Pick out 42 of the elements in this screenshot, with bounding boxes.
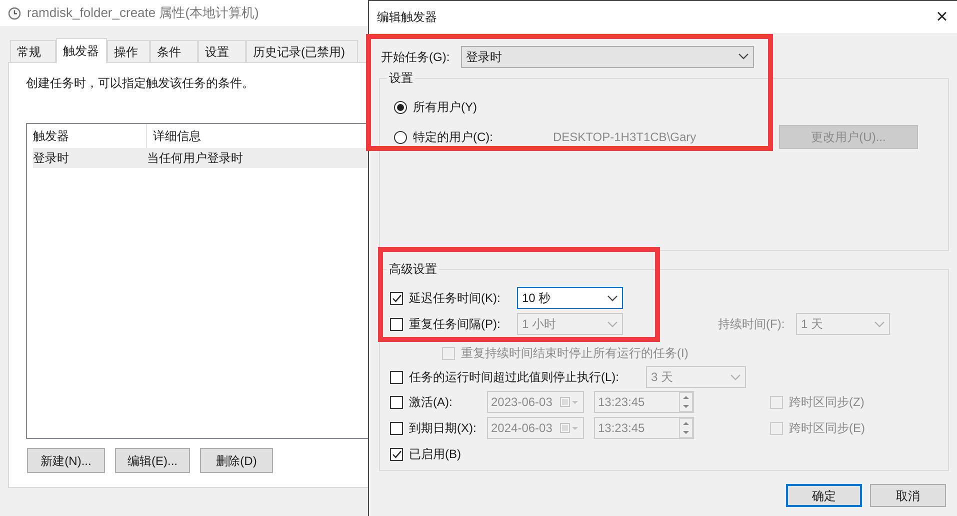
- tab[interactable]: 触发器: [56, 38, 107, 63]
- user-name-text: DESKTOP-1H3T1CB\Gary: [553, 129, 698, 146]
- close-button[interactable]: ×: [927, 2, 957, 32]
- checkbox[interactable]: [390, 292, 403, 304]
- field-label: 跨时区同步(Z): [789, 394, 864, 411]
- button[interactable]: 编辑(E)...: [115, 448, 190, 473]
- button[interactable]: 删除(D): [200, 448, 273, 473]
- calendar-icon: [560, 422, 580, 434]
- description-text: 创建任务时，可以指定触发该任务的条件。: [26, 75, 254, 90]
- button[interactable]: 取消: [870, 484, 946, 507]
- tab[interactable]: 设置: [198, 40, 246, 62]
- field-label: 跨时区同步(E): [789, 420, 865, 437]
- chevron-down-icon: [607, 294, 618, 302]
- dropdown[interactable]: 10 秒: [517, 287, 623, 309]
- chevron-down-icon: [874, 320, 885, 328]
- chevron-down-icon: [730, 374, 741, 380]
- field-label: 激活(A):: [409, 394, 452, 411]
- tab[interactable]: 操作: [107, 40, 150, 62]
- dialog-title: 编辑触发器: [377, 9, 437, 26]
- field-label: 开始任务(G):: [380, 48, 451, 66]
- spin-arrows-icon: [679, 418, 693, 438]
- table-cell-text: 登录时: [33, 150, 70, 167]
- button[interactable]: 新建(N)...: [27, 448, 105, 473]
- table-cell-text: 当任何用户登录时: [147, 150, 244, 167]
- calendar-icon: [560, 396, 580, 408]
- window-title: ramdisk_folder_create 属性(本地计算机): [27, 4, 259, 22]
- clock-icon: [8, 6, 21, 20]
- radio-button[interactable]: 所有用户(Y): [394, 98, 477, 116]
- chevron-down-icon: [738, 53, 749, 60]
- dropdown[interactable]: 登录时: [461, 46, 754, 68]
- field-label: 延迟任务时间(K):: [409, 290, 500, 307]
- button[interactable]: 确定: [786, 484, 862, 507]
- field-label: 已启用(B): [409, 446, 461, 463]
- tab[interactable]: 历史记录(已禁用): [246, 40, 358, 62]
- chevron-down-icon: [607, 320, 618, 328]
- spin-arrows-icon: [679, 392, 693, 412]
- tab[interactable]: 常规: [10, 40, 56, 62]
- field-label: 持续时间(F):: [718, 316, 786, 333]
- tab[interactable]: 条件: [150, 40, 198, 62]
- checkbox[interactable]: [390, 448, 403, 460]
- field-label: 到期日期(X):: [409, 420, 476, 437]
- field-label: 重复任务间隔(P):: [409, 316, 500, 333]
